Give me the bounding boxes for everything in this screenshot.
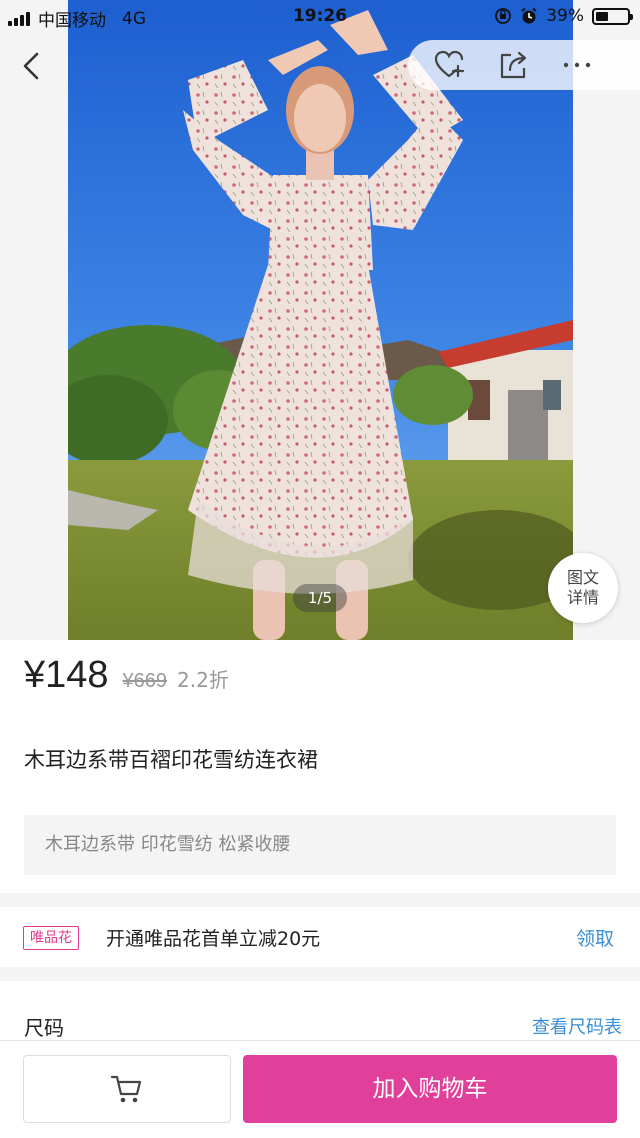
heart-plus-icon (434, 50, 465, 78)
section-divider (0, 893, 640, 907)
status-right: 39% (494, 6, 633, 26)
product-gallery[interactable]: 1/5 图文 详情 (0, 0, 640, 640)
top-action-bar (408, 40, 640, 90)
detail-label-line1: 图文 (566, 568, 599, 587)
claim-promo-link[interactable]: 领取 (576, 924, 614, 951)
shopping-cart-icon (110, 1075, 142, 1103)
back-button[interactable] (12, 46, 52, 86)
discount-label: 2.2折 (177, 668, 229, 692)
cart-button[interactable] (23, 1055, 231, 1123)
size-row: 尺码 查看尺码表 (0, 995, 640, 1040)
current-price: ¥148 (24, 654, 109, 696)
detail-label-line2: 详情 (566, 588, 599, 607)
product-photo-illustration (68, 0, 573, 640)
orientation-lock-icon (495, 8, 512, 24)
product-tags: 木耳边系带 印花雪纺 松紧收腰 (24, 815, 616, 875)
graphic-details-button[interactable]: 图文 详情 (548, 553, 618, 623)
back-arrow-icon (23, 52, 39, 80)
original-price: ¥669 (122, 670, 168, 692)
more-dots-icon (563, 62, 591, 68)
more-button[interactable] (560, 50, 592, 80)
alarm-icon (521, 7, 537, 24)
add-to-cart-button[interactable]: 加入购物车 (243, 1055, 617, 1123)
gallery-pager: 1/5 (293, 584, 347, 612)
favorite-button[interactable] (434, 50, 466, 80)
share-button[interactable] (498, 50, 530, 80)
bottom-action-bar: 加入购物车 (0, 1040, 640, 1138)
battery-percent: 39% (546, 6, 584, 26)
share-icon (500, 51, 527, 79)
price-row: ¥148 ¥669 2.2折 (24, 654, 229, 702)
section-divider (0, 967, 640, 981)
promo-row[interactable]: 唯品花 开通唯品花首单立减20元 领取 (0, 907, 640, 967)
promo-text: 开通唯品花首单立减20元 (106, 928, 321, 950)
size-chart-link[interactable]: 查看尺码表 (532, 1013, 622, 1039)
promo-badge: 唯品花 (23, 926, 79, 950)
product-photo[interactable] (68, 0, 573, 640)
status-bar: 中国移动 4G 19:26 39% (0, 0, 640, 34)
size-label: 尺码 (24, 1016, 64, 1040)
product-title: 木耳边系带百褶印花雪纺连衣裙 (24, 748, 318, 772)
battery-level-fill (596, 11, 608, 21)
battery-icon (592, 7, 633, 25)
